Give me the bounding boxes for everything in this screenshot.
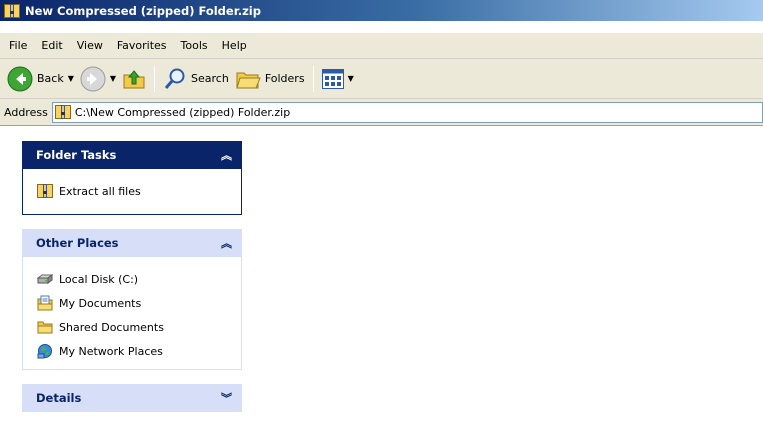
details-title: Details xyxy=(36,391,82,405)
title-bar[interactable]: New Compressed (zipped) Folder.zip xyxy=(0,0,763,21)
local-disk-link[interactable]: Local Disk (C:) xyxy=(37,267,229,291)
menu-tools[interactable]: Tools xyxy=(174,36,215,55)
up-folder-icon xyxy=(123,69,145,88)
task-pane: Folder Tasks ︽ Extract all files Other P… xyxy=(22,141,242,426)
forward-arrow-icon xyxy=(80,66,106,91)
hard-drive-icon xyxy=(37,274,53,284)
menu-edit[interactable]: Edit xyxy=(34,36,69,55)
search-icon xyxy=(164,68,185,89)
forward-dropdown-icon[interactable]: ▼ xyxy=(110,74,116,83)
search-button[interactable]: Search xyxy=(160,62,232,96)
shared-documents-label: Shared Documents xyxy=(59,320,164,334)
details-header[interactable]: Details ︾ xyxy=(22,384,242,412)
folder-tasks-panel: Folder Tasks ︽ Extract all files xyxy=(22,141,242,215)
toolbar: Back ▼ ▼ Search Folders ▼ xyxy=(0,59,763,99)
my-documents-link[interactable]: My Documents xyxy=(37,291,229,315)
other-places-panel: Other Places ︽ Local Disk (C:) My Docume… xyxy=(22,229,242,370)
toolbar-separator xyxy=(312,65,314,92)
local-disk-label: Local Disk (C:) xyxy=(59,272,139,286)
back-dropdown-icon[interactable]: ▼ xyxy=(68,74,74,83)
search-label: Search xyxy=(191,72,229,85)
address-label: Address xyxy=(4,105,48,119)
folders-button[interactable]: Folders xyxy=(232,62,308,96)
views-dropdown-icon[interactable]: ▼ xyxy=(348,74,354,83)
forward-button[interactable]: ▼ xyxy=(77,62,119,96)
toolbar-separator xyxy=(154,65,156,92)
back-arrow-icon xyxy=(7,66,33,91)
folder-icon xyxy=(37,321,53,334)
zip-folder-icon xyxy=(37,184,53,198)
expand-chevron-icon[interactable]: ︾ xyxy=(221,390,232,406)
my-network-places-label: My Network Places xyxy=(59,344,163,358)
folder-tasks-body: Extract all files xyxy=(22,169,242,215)
my-documents-icon xyxy=(37,295,53,311)
extract-all-files-label: Extract all files xyxy=(59,184,141,198)
folders-label: Folders xyxy=(264,72,305,85)
network-places-icon xyxy=(37,344,52,359)
my-network-places-link[interactable]: My Network Places xyxy=(37,339,229,363)
back-button[interactable]: Back ▼ xyxy=(4,62,77,96)
back-label: Back xyxy=(37,72,64,85)
window-title: New Compressed (zipped) Folder.zip xyxy=(25,3,261,18)
address-value: C:\New Compressed (zipped) Folder.zip xyxy=(74,105,291,119)
other-places-body: Local Disk (C:) My Documents Shared Docu… xyxy=(22,257,242,370)
extract-all-files-link[interactable]: Extract all files xyxy=(37,179,229,203)
folders-icon xyxy=(236,72,261,88)
collapse-chevron-icon[interactable]: ︽ xyxy=(221,147,232,163)
views-button[interactable]: ▼ xyxy=(319,62,357,96)
address-bar: Address C:\New Compressed (zipped) Folde… xyxy=(0,99,763,126)
menu-view[interactable]: View xyxy=(70,36,110,55)
folder-tasks-header[interactable]: Folder Tasks ︽ xyxy=(22,141,242,169)
address-field[interactable]: C:\New Compressed (zipped) Folder.zip xyxy=(51,101,763,123)
shared-documents-link[interactable]: Shared Documents xyxy=(37,315,229,339)
other-places-title: Other Places xyxy=(36,236,119,250)
my-documents-label: My Documents xyxy=(59,296,142,310)
collapse-chevron-icon[interactable]: ︽ xyxy=(221,235,232,251)
menu-help[interactable]: Help xyxy=(215,36,254,55)
folder-tasks-title: Folder Tasks xyxy=(36,148,117,162)
zip-folder-icon xyxy=(4,3,20,18)
zip-folder-icon xyxy=(54,105,71,119)
details-panel: Details ︾ xyxy=(22,384,242,412)
menu-file[interactable]: File xyxy=(2,36,34,55)
other-places-header[interactable]: Other Places ︽ xyxy=(22,229,242,257)
menu-bar: File Edit View Favorites Tools Help xyxy=(0,33,763,59)
menu-favorites[interactable]: Favorites xyxy=(110,36,174,55)
views-icon xyxy=(321,68,344,89)
up-button[interactable] xyxy=(119,62,149,96)
